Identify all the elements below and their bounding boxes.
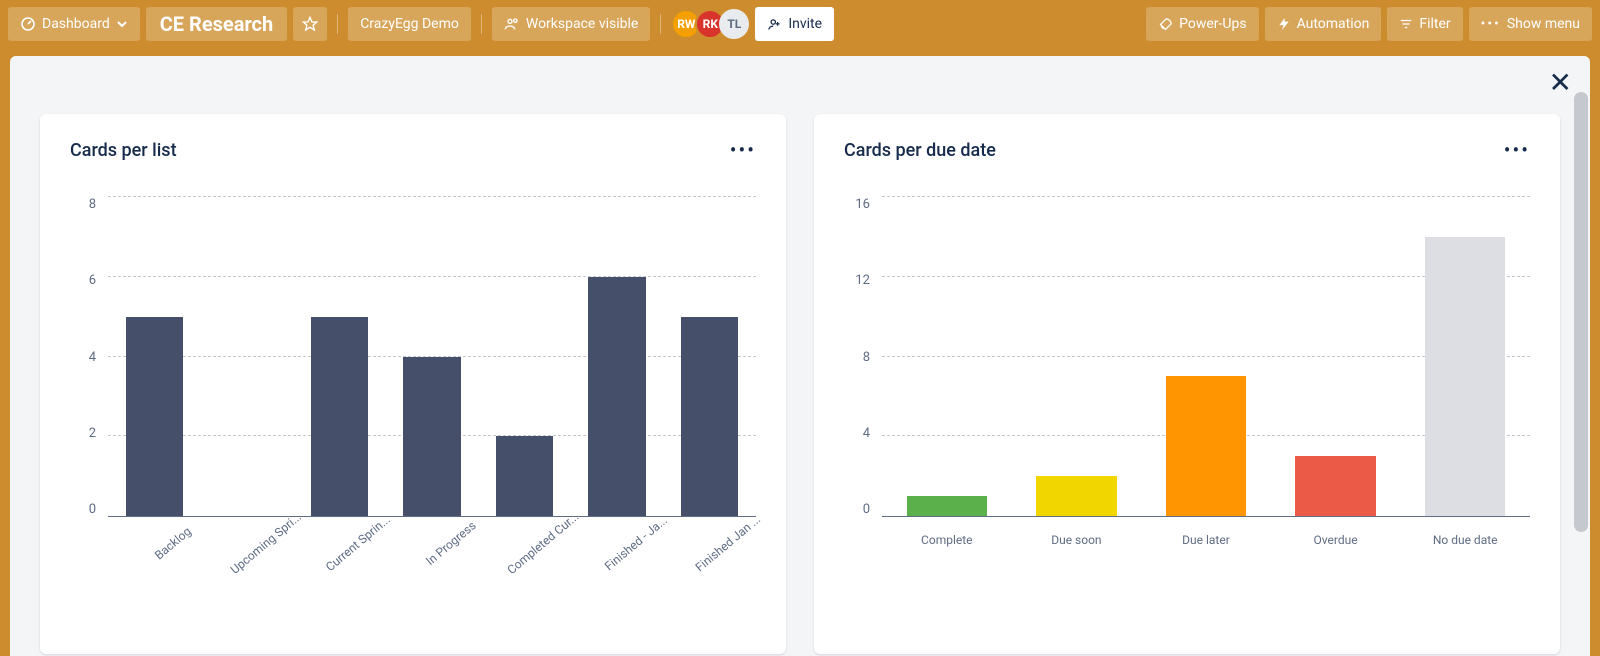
y-tick-label: 4 xyxy=(863,426,870,441)
scrollbar-thumb[interactable] xyxy=(1574,92,1588,532)
show-menu-button[interactable]: ••• Show menu xyxy=(1469,7,1592,41)
invite-label: Invite xyxy=(788,16,822,32)
chevron-down-icon xyxy=(116,18,128,30)
divider xyxy=(660,14,661,34)
bar[interactable] xyxy=(1036,476,1116,516)
star-icon xyxy=(302,16,318,32)
filter-icon xyxy=(1399,17,1413,31)
board-header: Dashboard CE Research CrazyEgg Demo Work… xyxy=(0,0,1600,48)
divider xyxy=(481,14,482,34)
automation-label: Automation xyxy=(1297,16,1370,32)
dashboard-cards: Cards per list ••• 86420BacklogUpcoming … xyxy=(10,56,1590,656)
bar[interactable] xyxy=(1166,376,1246,516)
x-tick-label: Overdue xyxy=(1271,517,1401,547)
bar[interactable] xyxy=(1295,456,1375,516)
invite-button[interactable]: Invite xyxy=(755,7,834,41)
visibility-button[interactable]: Workspace visible xyxy=(492,7,650,41)
bar[interactable] xyxy=(1425,237,1505,516)
bar-chart: 86420BacklogUpcoming Spri...Current Spri… xyxy=(70,197,756,557)
plot-area xyxy=(108,197,756,517)
y-tick-label: 2 xyxy=(89,426,96,441)
powerups-button[interactable]: Power-Ups xyxy=(1146,7,1258,41)
card-menu-button[interactable]: ••• xyxy=(1504,138,1530,162)
plot-area xyxy=(882,197,1530,517)
y-axis: 16 12 8 4 0 xyxy=(844,197,882,517)
bar[interactable] xyxy=(126,317,183,516)
view-switcher[interactable]: Dashboard xyxy=(8,7,140,41)
filter-button[interactable]: Filter xyxy=(1387,7,1462,41)
chart-title: Cards per list xyxy=(70,140,756,161)
y-tick-label: 8 xyxy=(89,197,96,212)
show-menu-label: Show menu xyxy=(1507,16,1580,32)
bar[interactable] xyxy=(403,357,460,517)
member-avatars[interactable]: RW RK TL xyxy=(671,9,749,39)
bar-chart: 16 12 8 4 0 CompleteDue soonDue laterOverdueN… xyxy=(844,197,1530,547)
y-tick-label: 12 xyxy=(855,273,870,288)
bar[interactable] xyxy=(588,277,645,516)
powerups-label: Power-Ups xyxy=(1179,16,1246,32)
chart-card-cards-per-list: Cards per list ••• 86420BacklogUpcoming … xyxy=(40,114,786,654)
people-icon xyxy=(504,16,520,32)
divider xyxy=(337,14,338,34)
visibility-label: Workspace visible xyxy=(526,16,638,32)
bar[interactable] xyxy=(681,317,738,516)
automation-button[interactable]: Automation xyxy=(1265,7,1382,41)
y-axis: 8 6 4 2 0 xyxy=(70,197,108,517)
y-tick-label: 4 xyxy=(89,350,96,365)
add-member-icon xyxy=(767,17,782,32)
scrollbar[interactable] xyxy=(1572,92,1590,656)
y-tick-label: 0 xyxy=(863,502,870,517)
star-button[interactable] xyxy=(293,7,327,41)
chart-title: Cards per due date xyxy=(844,140,1530,161)
chart-card-cards-per-due-date: Cards per due date ••• 1612840CompleteDu… xyxy=(814,114,1560,654)
y-tick-label: 6 xyxy=(89,273,96,288)
x-tick-label: Due later xyxy=(1141,517,1271,547)
y-tick-label: 16 xyxy=(855,197,870,212)
dashboard-panel: ✕ Cards per list ••• 86420BacklogUpcomin… xyxy=(10,56,1590,656)
view-switcher-label: Dashboard xyxy=(42,16,110,32)
x-tick-label: No due date xyxy=(1400,517,1530,547)
ellipsis-icon: ••• xyxy=(1481,16,1501,32)
y-tick-label: 8 xyxy=(863,350,870,365)
workspace-button[interactable]: CrazyEgg Demo xyxy=(348,7,471,41)
x-tick-label: Due soon xyxy=(1012,517,1142,547)
card-menu-button[interactable]: ••• xyxy=(730,138,756,162)
x-tick-label: Complete xyxy=(882,517,1012,547)
avatar[interactable]: TL xyxy=(719,9,749,39)
y-tick-label: 0 xyxy=(89,502,96,517)
bolt-icon xyxy=(1277,17,1291,31)
board-title[interactable]: CE Research xyxy=(146,7,287,41)
filter-label: Filter xyxy=(1419,16,1450,32)
close-button[interactable]: ✕ xyxy=(1549,66,1572,99)
dashboard-icon xyxy=(20,16,36,32)
bar[interactable] xyxy=(311,317,368,516)
bar[interactable] xyxy=(907,496,987,516)
rocket-icon xyxy=(1158,17,1173,32)
